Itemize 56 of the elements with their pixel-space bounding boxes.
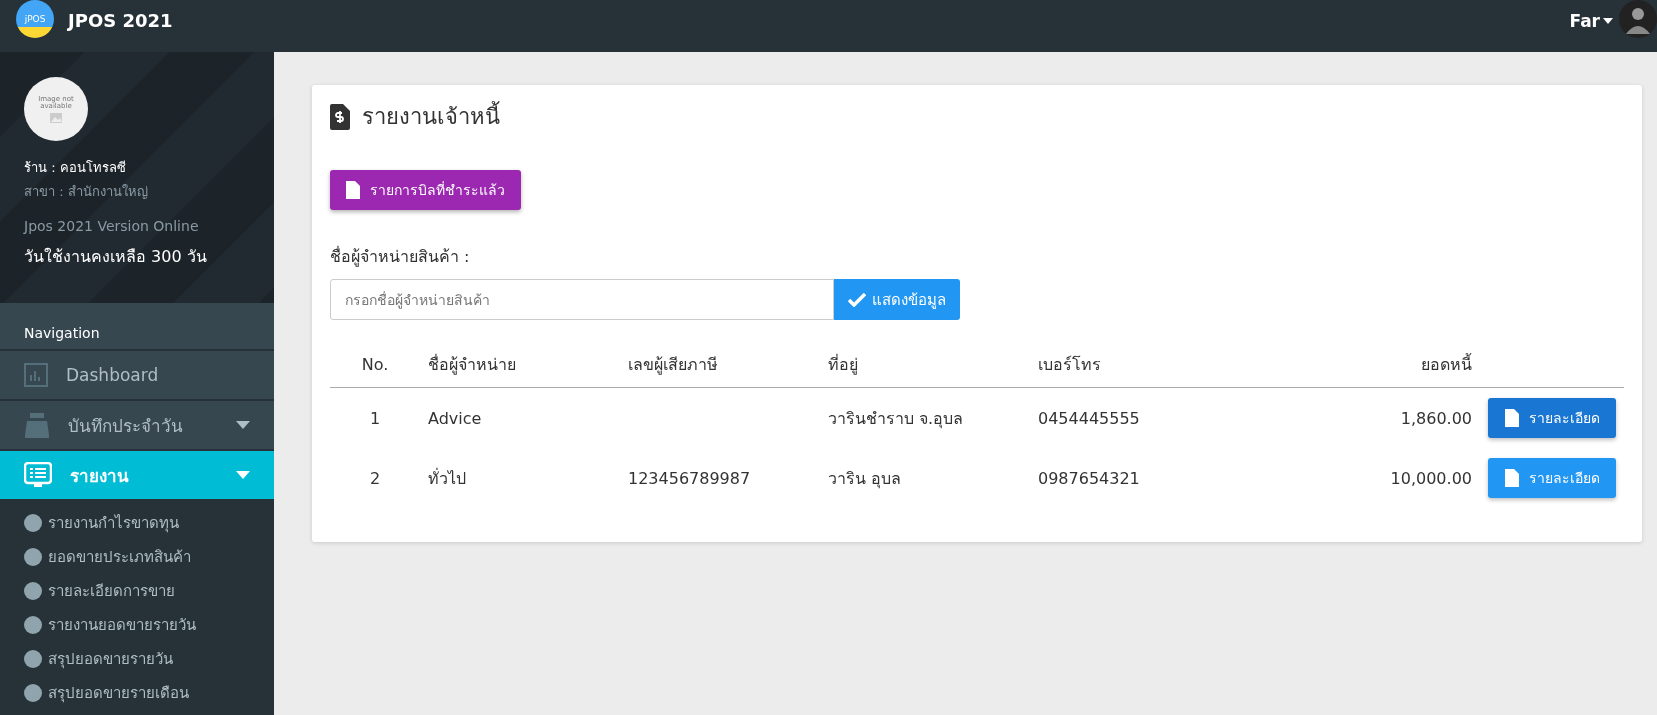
table-cell: วาริน อุบล [828,468,902,488]
version-text: Jpos 2021 Version Online [24,218,200,234]
caret-icon [236,421,250,430]
table-cell: 123456789987 [628,468,751,488]
invoice-dollar-icon [330,103,350,130]
submenu-item[interactable]: รายงานยอดขายรายวัน [48,613,196,637]
shop-name: ร้าน : คอนโทรลซี [24,159,127,177]
submenu-item[interactable]: รายละเอียดการขาย [48,579,175,603]
table-cell: ทั่วไป [428,468,466,488]
page-title: รายงานเจ้าหนี้ [362,99,500,134]
submenu-item[interactable]: รายงานกำไรขาดทุน [48,511,179,535]
bullet-icon [24,650,42,668]
submenu-item[interactable]: สรุปยอดขายรายเดือน [48,681,189,705]
file-icon [346,181,360,199]
cash-register-icon [24,412,50,439]
paid-bills-button[interactable]: รายการบิลที่ชำระแล้ว [330,170,521,210]
column-header: ที่อยู่ [828,355,858,374]
user-menu[interactable]: Far [1569,11,1613,31]
table-cell: 0454445555 [1038,408,1140,428]
bullet-icon [24,582,42,600]
nav-item[interactable]: บันทึกประจำวัน [0,401,274,452]
caret-icon [236,471,250,480]
file-icon [1504,469,1519,487]
table-cell: 1,860.00 [1400,408,1472,428]
table-cell: วารินชำราบ จ.อุบล [828,408,964,428]
caret-icon [1603,18,1613,24]
table-cell: 0987654321 [1038,468,1140,488]
nav-item[interactable]: Dashboard [0,351,274,402]
check-icon [848,292,866,307]
column-header: เลขผู้เสียภาษี [628,355,718,374]
user-avatar[interactable] [1619,0,1657,38]
supplier-input[interactable]: กรอกชื่อผู้จำหน่ายสินค้า [330,279,834,320]
table-cell: 2 [369,468,381,488]
bullet-icon [24,616,42,634]
column-header: No. [361,355,389,374]
submenu-item[interactable]: สรุปยอดขายรายวัน [48,647,173,671]
column-header: เบอร์โทร [1038,355,1101,374]
nav-heading: Navigation [0,303,274,352]
table-cell: 10,000.00 [1390,468,1472,488]
column-header: ชื่อผู้จำหน่าย [428,355,516,374]
table-cell: 1 [369,408,381,428]
image-icon [50,112,62,123]
bullet-icon [24,514,42,532]
bullet-icon [24,548,42,566]
submenu-item[interactable]: ยอดขายประเภทสินค้า [48,545,191,569]
column-header: ยอดหนี้ [1421,355,1472,374]
app-name: JPOS 2021 [68,9,173,31]
bar-chart-icon [24,363,48,388]
field-label: ชื่อผู้จำหน่ายสินค้า : [330,245,471,269]
monitor-list-icon [24,462,52,489]
detail-button[interactable]: รายละเอียด [1488,398,1616,438]
days-remaining: วันใช้งานคงเหลือ 300 วัน [24,246,208,268]
bullet-icon [24,684,42,702]
file-icon [1504,409,1519,427]
branch-name: สาขา : สำนักงานใหญ่ [24,183,149,201]
table-cell: Advice [428,408,482,428]
